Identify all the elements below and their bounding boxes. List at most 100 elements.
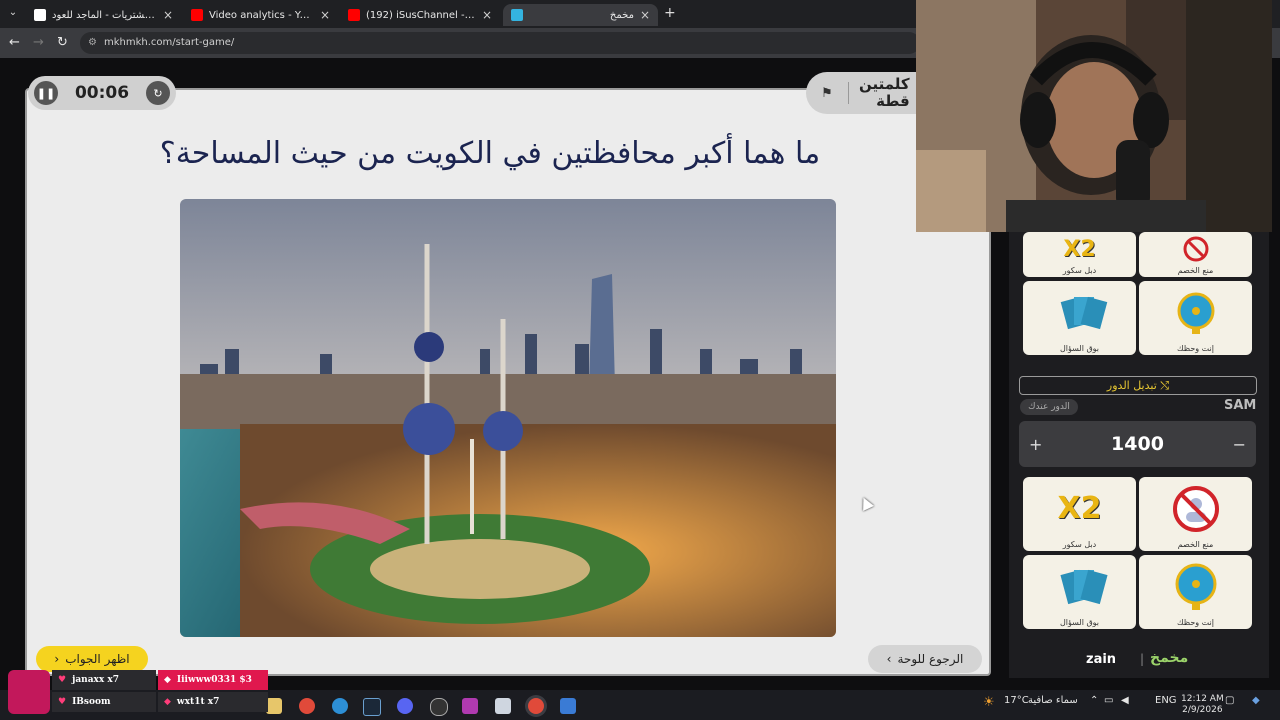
cart-site-icon bbox=[34, 9, 46, 21]
wheel-icon bbox=[1139, 281, 1252, 344]
powerup-block-opponent[interactable]: منع الخصم bbox=[1139, 477, 1252, 551]
tab-title: (192) iSusChannel - YouTube bbox=[366, 9, 476, 21]
weather-icon[interactable]: ☀ bbox=[983, 695, 995, 710]
notification-icon[interactable]: ▢ bbox=[1225, 695, 1234, 706]
tab-mkhmkh[interactable]: مخمخ × bbox=[503, 4, 658, 26]
chevron-left-icon: ‹ bbox=[54, 652, 60, 666]
shield-icon[interactable] bbox=[560, 698, 576, 714]
url-text: mkhmkh.com/start-game/ bbox=[104, 37, 235, 48]
powerup-luck[interactable]: إنت وحظك bbox=[1139, 555, 1252, 629]
switch-turn-button[interactable]: ⤭ تبديل الدور bbox=[1019, 376, 1257, 395]
notepad-icon[interactable] bbox=[495, 698, 511, 714]
copilot-icon[interactable]: ◆ bbox=[1252, 695, 1260, 706]
address-bar[interactable]: ⚙ mkhmkh.com/start-game/ bbox=[80, 32, 920, 54]
close-icon[interactable]: × bbox=[163, 8, 173, 22]
close-icon[interactable]: × bbox=[320, 8, 330, 22]
powerup-label: دبل سكور bbox=[1062, 540, 1097, 549]
cards-hand-icon bbox=[1023, 281, 1136, 344]
steam-icon[interactable] bbox=[363, 698, 381, 716]
site-info-icon[interactable]: ⚙ bbox=[88, 32, 97, 54]
show-answer-label: اظهر الجواب bbox=[65, 652, 130, 666]
tray-chevron-icon[interactable]: ⌃ bbox=[1090, 695, 1098, 706]
powerup-luck[interactable]: إنت وحظك bbox=[1139, 281, 1252, 355]
weather-temp: 17°C bbox=[1004, 695, 1029, 706]
powerup-label: دبل سكور bbox=[1062, 266, 1097, 275]
powerup-label: منع الخصم bbox=[1177, 540, 1214, 549]
chrome-active-icon[interactable] bbox=[528, 698, 544, 714]
discord-icon[interactable] bbox=[397, 698, 413, 714]
zain-logo: zain bbox=[1086, 652, 1117, 667]
chat-text: Iiiwww0331 $3 bbox=[176, 675, 252, 685]
tab-search-icon[interactable]: ⌄ bbox=[6, 6, 20, 20]
score-box: + 1400 − bbox=[1019, 421, 1256, 467]
category-name: كلمتين قطة bbox=[859, 75, 910, 110]
heart-icon: ♥ bbox=[58, 697, 67, 707]
chat-message: ♥ IBsoom bbox=[52, 692, 156, 712]
clock-date: 2/9/2026 bbox=[1182, 705, 1223, 715]
tab-title: Video analytics - YouTube Studio bbox=[209, 9, 314, 21]
powerup-double-score[interactable]: X2 دبل سكور bbox=[1023, 477, 1136, 551]
chrome-icon[interactable] bbox=[299, 698, 315, 714]
youtube-icon bbox=[348, 9, 360, 21]
flag-icon[interactable]: ⚑ bbox=[816, 82, 849, 104]
new-tab-icon[interactable]: + bbox=[664, 5, 676, 21]
x2-icon: X2 bbox=[1057, 491, 1102, 526]
question-image bbox=[180, 199, 836, 637]
timer-pill: ❚❚ 00:06 ↻ bbox=[28, 76, 176, 110]
wheel-icon bbox=[1139, 555, 1252, 618]
back-arrow-icon[interactable]: ← bbox=[9, 35, 20, 50]
volume-icon[interactable]: ◀ bbox=[1121, 695, 1129, 706]
clock[interactable]: 12:12 AM 2/9/2026 bbox=[1181, 694, 1224, 716]
powerup-double-score[interactable]: X2 دبل سكور bbox=[1023, 232, 1136, 277]
back-to-board-label: الرجوع للوحة bbox=[897, 652, 964, 666]
tab-title: سلة المشتريات - الماجد للعود bbox=[52, 9, 157, 21]
language-indicator[interactable]: ENG bbox=[1155, 695, 1177, 706]
obs-icon[interactable] bbox=[430, 698, 448, 716]
cards-hand-icon bbox=[1023, 555, 1136, 618]
clock-time: 12:12 AM bbox=[1181, 694, 1224, 704]
powerup-label: إنت وحظك bbox=[1177, 344, 1214, 353]
winrar-icon[interactable] bbox=[462, 698, 478, 714]
powerup-label: إنت وحظك bbox=[1177, 618, 1214, 627]
close-icon[interactable]: × bbox=[640, 8, 650, 22]
weather-text: سماء صافية bbox=[1028, 695, 1078, 706]
chat-text: janaxx x7 bbox=[72, 675, 120, 685]
powerup-label: بوق السؤال bbox=[1059, 618, 1100, 627]
tab-youtube-studio[interactable]: Video analytics - YouTube Studio × bbox=[183, 4, 338, 26]
pause-icon[interactable]: ❚❚ bbox=[34, 81, 58, 105]
forward-arrow-icon[interactable]: → bbox=[33, 35, 44, 50]
powerup-question-horn[interactable]: بوق السؤال bbox=[1023, 281, 1136, 355]
edge-icon[interactable] bbox=[332, 698, 348, 714]
turn-badge: الدور عندك bbox=[1020, 399, 1078, 415]
tab-title: مخمخ bbox=[609, 9, 634, 21]
reset-icon[interactable]: ↻ bbox=[146, 81, 170, 105]
diamond-icon: ◆ bbox=[164, 675, 171, 685]
mkhmkh-logo: مخمخ bbox=[1150, 650, 1189, 666]
heart-icon: ♥ bbox=[58, 675, 67, 685]
chat-message: ◆ Iiiwww0331 $3 bbox=[158, 670, 268, 690]
powerup-label: بوق السؤال bbox=[1059, 344, 1100, 353]
youtube-icon bbox=[191, 9, 203, 21]
score-plus-button[interactable]: + bbox=[1029, 435, 1042, 454]
score-minus-button[interactable]: − bbox=[1233, 435, 1246, 454]
sponsor-separator: | bbox=[1140, 652, 1145, 666]
tab-youtube-channel[interactable]: (192) iSusChannel - YouTube × bbox=[340, 4, 500, 26]
mkhmkh-site-icon bbox=[511, 9, 523, 21]
chevron-right-icon: › bbox=[886, 652, 892, 666]
reload-icon[interactable]: ↻ bbox=[57, 35, 68, 50]
network-icon[interactable]: ▭ bbox=[1104, 695, 1113, 706]
webcam-overlay bbox=[916, 0, 1272, 232]
tab-cart[interactable]: سلة المشتريات - الماجد للعود × bbox=[26, 4, 181, 26]
stream-chat-overlay: ♥ janaxx x7 ◆ Iiiwww0331 $3 ♥ IBsoom ◆ w… bbox=[8, 668, 268, 718]
powerup-question-horn[interactable]: بوق السؤال bbox=[1023, 555, 1136, 629]
file-explorer-icon[interactable] bbox=[266, 698, 282, 714]
powerup-block-opponent[interactable]: منع الخصم bbox=[1139, 232, 1252, 277]
powerup-label: منع الخصم bbox=[1177, 266, 1214, 275]
question-text: ما هما أكبر محافظتين في الكويت من حيث ال… bbox=[159, 136, 821, 171]
close-icon[interactable]: × bbox=[482, 8, 492, 22]
score-value: 1400 bbox=[1111, 433, 1164, 455]
chat-text: IBsoom bbox=[72, 697, 111, 707]
back-to-board-button[interactable]: الرجوع للوحة › bbox=[868, 645, 982, 673]
block-user-icon bbox=[1139, 477, 1252, 540]
x2-icon: X2 bbox=[1063, 236, 1096, 262]
